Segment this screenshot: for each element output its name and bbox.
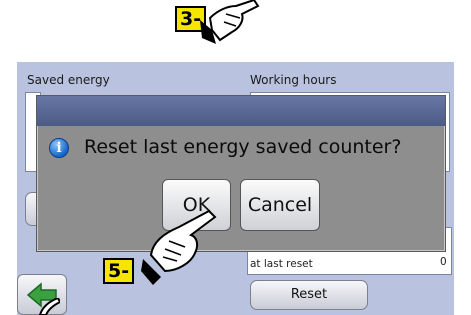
pointing-hand-icon: [200, 0, 260, 44]
working-hours-header: Working hours: [250, 73, 337, 87]
info-icon: i: [49, 138, 69, 158]
cancel-button[interactable]: Cancel: [240, 179, 320, 231]
reset-confirm-dialog: i Reset last energy saved counter? OK Ca…: [36, 95, 446, 252]
pointing-hand-icon: [141, 209, 217, 285]
reset-button[interactable]: Reset: [250, 280, 368, 310]
at-last-reset-label: at last reset: [250, 258, 313, 270]
pointing-hand-icon: [38, 298, 60, 315]
dialog-message: Reset last energy saved counter?: [84, 136, 402, 158]
at-last-reset-value: 0: [440, 256, 447, 268]
step-badge-5: 5-: [103, 258, 135, 284]
saved-energy-header: Saved energy: [27, 73, 110, 87]
dialog-title-bar: [37, 96, 445, 126]
